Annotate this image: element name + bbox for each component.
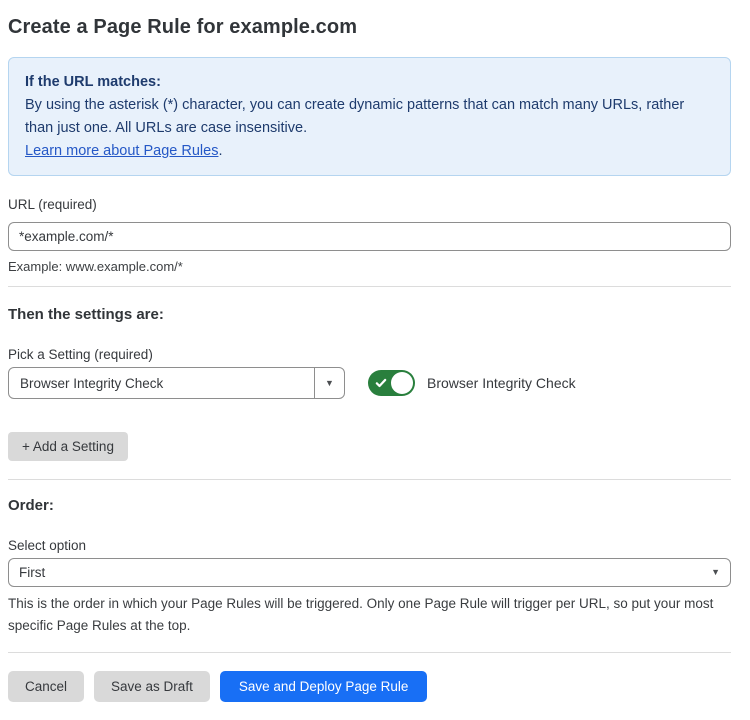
- order-section-heading: Order:: [8, 497, 731, 515]
- check-icon: [375, 377, 387, 389]
- action-button-row: Cancel Save as Draft Save and Deploy Pag…: [8, 671, 731, 702]
- learn-more-link[interactable]: Learn more about Page Rules: [25, 143, 218, 159]
- order-help-text: This is the order in which your Page Rul…: [8, 593, 731, 637]
- order-select[interactable]: First ▼: [8, 558, 731, 587]
- url-label: URL (required): [8, 197, 731, 213]
- setting-picker-label: Pick a Setting (required): [8, 347, 731, 363]
- setting-toggle-label: Browser Integrity Check: [427, 375, 576, 391]
- save-deploy-button[interactable]: Save and Deploy Page Rule: [220, 671, 428, 702]
- order-select-label: Select option: [8, 538, 731, 554]
- divider: [8, 286, 731, 287]
- setting-select-arrow-button[interactable]: ▼: [314, 368, 344, 398]
- info-box-link-line: Learn more about Page Rules.: [25, 140, 714, 163]
- divider: [8, 652, 731, 653]
- url-field-group: URL (required) Example: www.example.com/…: [8, 197, 731, 274]
- save-draft-button[interactable]: Save as Draft: [94, 671, 210, 702]
- settings-section-heading: Then the settings are:: [8, 306, 731, 324]
- cancel-button[interactable]: Cancel: [8, 671, 84, 702]
- chevron-down-icon: ▼: [325, 379, 334, 388]
- learn-more-link-suffix: .: [218, 143, 222, 159]
- order-select-value: First: [19, 565, 45, 580]
- page-title: Create a Page Rule for example.com: [8, 15, 731, 39]
- divider: [8, 479, 731, 480]
- create-page-rule-panel: Create a Page Rule for example.com If th…: [0, 0, 750, 702]
- url-example-hint: Example: www.example.com/*: [8, 259, 731, 274]
- setting-select[interactable]: Browser Integrity Check ▼: [8, 367, 345, 399]
- info-box-body: By using the asterisk (*) character, you…: [25, 94, 713, 140]
- url-match-info-box: If the URL matches: By using the asteris…: [8, 57, 731, 176]
- chevron-down-icon: ▼: [711, 568, 720, 577]
- info-box-heading: If the URL matches:: [25, 71, 714, 94]
- setting-toggle[interactable]: [368, 370, 415, 396]
- toggle-knob: [391, 372, 413, 394]
- setting-select-value: Browser Integrity Check: [9, 376, 163, 391]
- add-setting-button[interactable]: + Add a Setting: [8, 432, 128, 461]
- setting-row: Browser Integrity Check ▼ Browser Integr…: [8, 367, 731, 399]
- url-input[interactable]: [8, 222, 731, 251]
